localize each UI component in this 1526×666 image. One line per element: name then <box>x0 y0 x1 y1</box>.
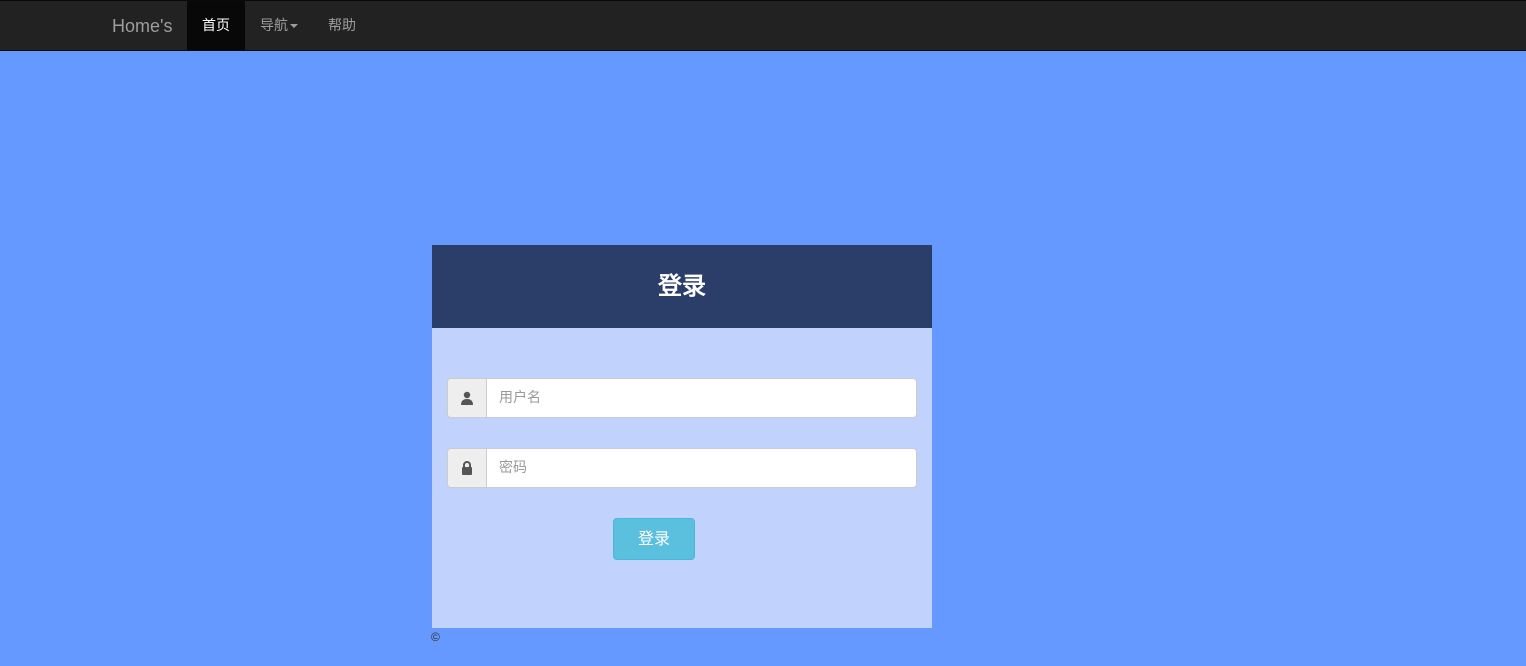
user-icon <box>461 391 473 405</box>
username-input[interactable] <box>487 379 916 417</box>
lock-icon <box>462 461 472 475</box>
nav-item-home[interactable]: 首页 <box>187 1 245 51</box>
nav-item-help[interactable]: 帮助 <box>313 1 371 51</box>
password-input[interactable] <box>487 449 916 487</box>
nav-item-label: 导航 <box>260 18 288 34</box>
username-input-group <box>447 378 917 418</box>
nav-item-label: 首页 <box>202 18 230 34</box>
nav-item-guide-dropdown[interactable]: 导航 <box>245 1 313 51</box>
copyright-text: © <box>431 630 440 644</box>
password-addon <box>448 449 487 487</box>
password-input-group <box>447 448 917 488</box>
top-navbar: Home's 首页 导航 帮助 <box>0 0 1526 51</box>
username-addon <box>448 379 487 417</box>
login-button[interactable]: 登录 <box>613 518 695 560</box>
login-panel: 登录 登录 <box>432 245 932 628</box>
navbar-brand[interactable]: Home's <box>112 1 172 51</box>
nav-item-label: 帮助 <box>328 18 356 34</box>
caret-down-icon <box>290 24 298 28</box>
login-title: 登录 <box>432 245 932 328</box>
